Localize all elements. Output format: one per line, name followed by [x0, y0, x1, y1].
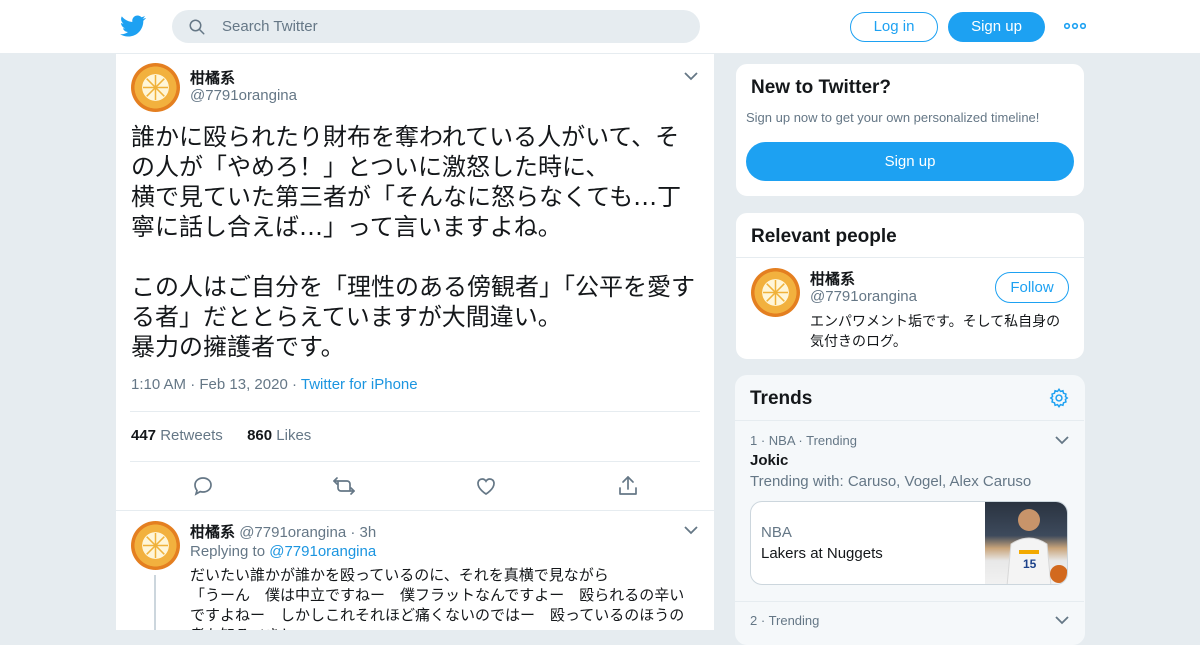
follow-button[interactable]: Follow	[995, 272, 1069, 303]
divider	[736, 257, 1084, 258]
chevron-down-icon[interactable]	[1055, 435, 1069, 445]
chevron-down-icon[interactable]	[684, 71, 698, 81]
divider	[735, 420, 1084, 421]
divider	[735, 601, 1084, 602]
search-input[interactable]	[222, 10, 682, 43]
share-icon[interactable]	[616, 474, 640, 498]
tweet-stats: 447 Retweets 860 Likes	[131, 427, 311, 444]
divider	[130, 461, 700, 462]
svg-text:15: 15	[1023, 557, 1037, 571]
reply-age[interactable]: 3h	[360, 524, 377, 541]
orange-slice-icon	[143, 75, 168, 100]
gear-icon[interactable]	[1048, 387, 1070, 409]
search-box[interactable]	[172, 10, 700, 43]
reply-author-handle[interactable]: @7791orangina	[239, 524, 346, 541]
retweet-stat[interactable]: 447 Retweets	[131, 427, 223, 444]
trends-card: Trends 1 · NBA · Trending Jokic Trending…	[735, 375, 1085, 645]
trend-meta: 1 · NBA · Trending	[750, 433, 857, 448]
new-to-twitter-title: New to Twitter?	[751, 77, 892, 98]
news-title: Lakers at Nuggets	[761, 545, 883, 562]
retweet-icon[interactable]	[332, 474, 356, 498]
relevant-people-card: Relevant people 柑橘系 @7791orangina Follow…	[735, 212, 1085, 360]
avatar[interactable]	[131, 521, 180, 570]
relevant-people-title: Relevant people	[751, 226, 897, 247]
avatar[interactable]	[751, 268, 800, 317]
more-options-icon[interactable]	[1064, 18, 1086, 34]
chevron-down-icon[interactable]	[684, 525, 698, 535]
top-nav-bar: Log in Sign up	[0, 0, 1200, 54]
reply-tweet[interactable]: 柑橘系 @7791orangina · 3h Replying to @7791…	[116, 510, 714, 630]
reply-header: 柑橘系 @7791orangina · 3h	[190, 524, 377, 541]
twitter-bird-icon[interactable]	[120, 13, 146, 39]
tweet-column: 柑橘系 @7791orangina 誰かに殴られたり財布を奪われている人がいて、…	[115, 54, 715, 630]
new-to-twitter-card: New to Twitter? Sign up now to get your …	[735, 63, 1085, 197]
tweet-text: 誰かに殴られたり財布を奪われている人がいて、その人が「やめろ！」とついに激怒した…	[131, 123, 695, 361]
orange-slice-icon	[763, 280, 788, 305]
search-icon	[189, 19, 205, 35]
signup-button[interactable]: Sign up	[948, 12, 1045, 42]
tweet-date[interactable]: Feb 13, 2020	[199, 376, 287, 393]
tweet-timestamp: 1:10 AM · Feb 13, 2020 · Twitter for iPh…	[131, 376, 418, 393]
news-thumbnail: 15	[985, 502, 1067, 584]
trend-related: Trending with: Caruso, Vogel, Alex Carus…	[750, 473, 1032, 490]
person-bio: エンパワメント垢です。そして私自身の気付きのログ。	[810, 314, 1061, 350]
basketball-player-image: 15	[1006, 509, 1067, 584]
reply-author-name[interactable]: 柑橘系	[190, 524, 235, 541]
trend-news-card[interactable]: NBA Lakers at Nuggets 15	[750, 501, 1068, 585]
author-name[interactable]: 柑橘系	[190, 67, 235, 88]
replying-to: Replying to @7791orangina	[190, 543, 377, 560]
author-handle[interactable]: @7791orangina	[190, 87, 297, 104]
replying-to-link[interactable]: @7791orangina	[269, 543, 376, 560]
person-name[interactable]: 柑橘系	[810, 268, 855, 289]
like-icon[interactable]	[474, 474, 498, 498]
tweet-time[interactable]: 1:10 AM	[131, 376, 186, 393]
trend-meta: 2 · Trending	[750, 613, 820, 628]
reply-text: だいたい誰かが誰かを殴っているのに、それを真横で見ながら 「うーん 僕は中立です…	[190, 566, 685, 630]
like-stat[interactable]: 860 Likes	[247, 427, 311, 444]
tweet-actions	[116, 474, 714, 498]
orange-slice-icon	[143, 533, 168, 558]
avatar[interactable]	[131, 63, 180, 112]
person-handle[interactable]: @7791orangina	[810, 288, 917, 305]
sidebar-signup-button[interactable]: Sign up	[746, 142, 1074, 181]
tweet-source-link[interactable]: Twitter for iPhone	[301, 376, 418, 393]
thread-line	[154, 575, 156, 630]
login-button[interactable]: Log in	[850, 12, 938, 42]
divider	[130, 411, 700, 412]
new-to-twitter-subtitle: Sign up now to get your own personalized…	[746, 110, 1040, 125]
trend-name[interactable]: Jokic	[750, 452, 788, 469]
reply-icon[interactable]	[191, 474, 215, 498]
chevron-down-icon[interactable]	[1055, 615, 1069, 625]
trends-title: Trends	[750, 388, 813, 409]
news-category: NBA	[761, 524, 792, 541]
